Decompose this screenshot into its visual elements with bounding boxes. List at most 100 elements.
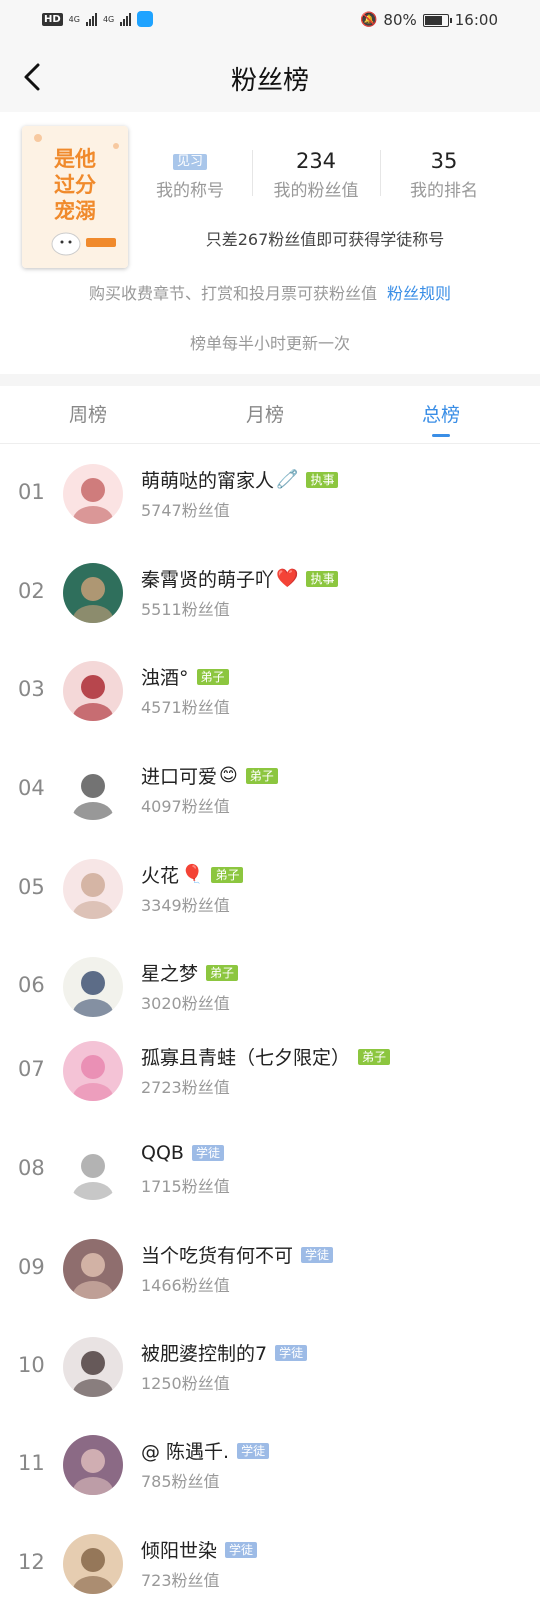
level-badge: 执事 [306, 570, 339, 587]
rules-text: 购买收费章节、打赏和投月票可获粉丝值 [88, 284, 377, 303]
rank-number: 12 [18, 1550, 45, 1574]
fan-score: 1715粉丝值 [141, 1177, 230, 1196]
section-divider [0, 374, 540, 386]
stat-value: 234 [295, 149, 337, 173]
avatar[interactable] [63, 1337, 123, 1397]
fan-row[interactable]: 01 萌萌哒的甯家人 🧷 执事 5747粉丝值 [0, 444, 540, 544]
avatar[interactable] [63, 957, 123, 1017]
book-cover-image[interactable]: 是他 过分 宠溺 [22, 126, 128, 268]
avatar[interactable] [63, 464, 123, 524]
page-title: 粉丝榜 [230, 66, 309, 96]
level-badge: 学徒 [225, 1541, 258, 1558]
fan-row[interactable]: 03 浊酒° 弟子 4571粉丝值 [0, 641, 540, 741]
avatar[interactable] [63, 563, 123, 623]
fan-name-line: 星之梦 弟子 [141, 959, 239, 986]
fan-name-line: 浊酒° 弟子 [141, 663, 229, 690]
avatar[interactable] [63, 1239, 123, 1299]
fan-row[interactable]: 10 被肥婆控制的7 学徒 1250粉丝值 [0, 1317, 540, 1417]
clock: 16:00 [454, 11, 498, 29]
rank-number: 07 [18, 1057, 45, 1081]
level-badge: 弟子 [358, 1048, 391, 1065]
fan-name: QQB [141, 1142, 184, 1164]
signal-icon [85, 12, 97, 26]
avatar[interactable] [63, 1041, 123, 1101]
level-badge: 学徒 [301, 1246, 334, 1263]
fan-name: 孤寡且青蛙（七夕限定） [141, 1047, 351, 1069]
battery-fill [424, 15, 442, 25]
divider [252, 150, 253, 196]
fan-row[interactable]: 04 进口可爱 😊 弟子 4097粉丝值 [0, 740, 540, 840]
fan-row[interactable]: 11 @ 陈遇千. 学徒 785粉丝值 [0, 1415, 540, 1515]
tab-total[interactable]: 总榜 [381, 400, 501, 427]
emoji-icon: ❤️ [276, 568, 299, 589]
level-badge: 弟子 [206, 964, 239, 981]
fan-row[interactable]: 07 孤寡且青蛙（七夕限定） 弟子 2723粉丝值 [0, 1021, 540, 1121]
emoji-icon: 🎈 [181, 864, 204, 885]
emoji-icon: 😊 [219, 765, 238, 786]
fan-name-line: 倾阳世染 学徒 [141, 1536, 258, 1563]
rank-number: 01 [18, 480, 45, 504]
fan-score: 3349粉丝值 [141, 896, 230, 915]
stat-label: 我的称号 [156, 181, 224, 201]
level-badge: 执事 [306, 471, 339, 488]
update-note: 榜单每半小时更新一次 [189, 334, 350, 353]
avatar[interactable] [63, 1534, 123, 1594]
fan-score: 4097粉丝值 [141, 797, 230, 816]
rank-number: 02 [18, 579, 45, 603]
fan-row[interactable]: 12 倾阳世染 学徒 723粉丝值 [0, 1514, 540, 1602]
level-badge: 学徒 [191, 1145, 224, 1161]
fan-name: @ 陈遇千. [141, 1441, 230, 1463]
stat-value: 35 [430, 149, 458, 173]
fan-name-line: 被肥婆控制的7 学徒 [141, 1339, 308, 1366]
fan-name: 当个吃货有何不可 [141, 1245, 294, 1267]
fan-name-line: 孤寡且青蛙（七夕限定） 弟子 [141, 1043, 391, 1070]
avatar[interactable] [63, 760, 123, 820]
fan-row[interactable]: 08 QQB 学徒 1715粉丝值 [0, 1120, 540, 1220]
fan-row[interactable]: 02 秦霄贤的萌子吖 ❤️ 执事 5511粉丝值 [0, 543, 540, 643]
fan-name: 火花 [141, 865, 180, 887]
status-left: HD 4G 4G [42, 11, 154, 27]
fan-score: 723粉丝值 [141, 1571, 220, 1590]
rank-number: 10 [18, 1353, 45, 1377]
cover-title-line: 是他 [54, 147, 96, 171]
fan-name-line: 进口可爱 😊 弟子 [141, 762, 278, 789]
avatar[interactable] [63, 661, 123, 721]
tab-monthly[interactable]: 月榜 [205, 400, 325, 427]
emoji-icon: 🧷 [276, 469, 299, 490]
tab-active-indicator [432, 434, 450, 437]
mute-bell-icon: 🔕 [359, 12, 378, 28]
fan-row[interactable]: 09 当个吃货有何不可 学徒 1466粉丝值 [0, 1219, 540, 1319]
avatar[interactable] [63, 1140, 123, 1200]
app-notification-icon [137, 11, 154, 27]
sim1-network-label: 4G [68, 14, 80, 24]
fan-rules-link[interactable]: 粉丝规则 [387, 284, 451, 303]
level-badge: 学徒 [275, 1344, 308, 1361]
stat-label: 我的粉丝值 [273, 181, 359, 201]
tab-weekly[interactable]: 周榜 [28, 400, 148, 427]
level-badge: 弟子 [211, 866, 244, 883]
nav-bar: 粉丝榜 [0, 42, 540, 112]
fan-score: 5511粉丝值 [141, 600, 230, 619]
fan-score: 5747粉丝值 [141, 501, 230, 520]
battery-percent: 80% [383, 11, 417, 29]
ranking-tabs: 周榜 月榜 总榜 [0, 386, 540, 444]
fan-name-line: 当个吃货有何不可 学徒 [141, 1241, 334, 1268]
sim2-network-label: 4G [102, 14, 115, 24]
fan-name-line: 秦霄贤的萌子吖 ❤️ 执事 [141, 565, 339, 592]
avatar[interactable] [63, 859, 123, 919]
avatar[interactable] [63, 1435, 123, 1495]
level-badge: 学徒 [237, 1442, 270, 1459]
stat-label: 我的排名 [410, 181, 478, 201]
fan-score: 4571粉丝值 [141, 698, 230, 717]
level-badge: 弟子 [245, 767, 278, 784]
fan-row[interactable]: 05 火花 🎈 弟子 3349粉丝值 [0, 839, 540, 939]
rank-number: 08 [18, 1156, 45, 1180]
divider [380, 150, 381, 196]
rank-number: 03 [18, 677, 45, 701]
hd-icon: HD [42, 12, 63, 26]
fan-name: 星之梦 [141, 963, 199, 985]
stat-rank: 35 我的排名 [394, 148, 494, 201]
rank-number: 05 [18, 875, 45, 899]
fan-name: 秦霄贤的萌子吖 [141, 569, 275, 591]
stat-fan-value: 234 我的粉丝值 [266, 148, 366, 201]
